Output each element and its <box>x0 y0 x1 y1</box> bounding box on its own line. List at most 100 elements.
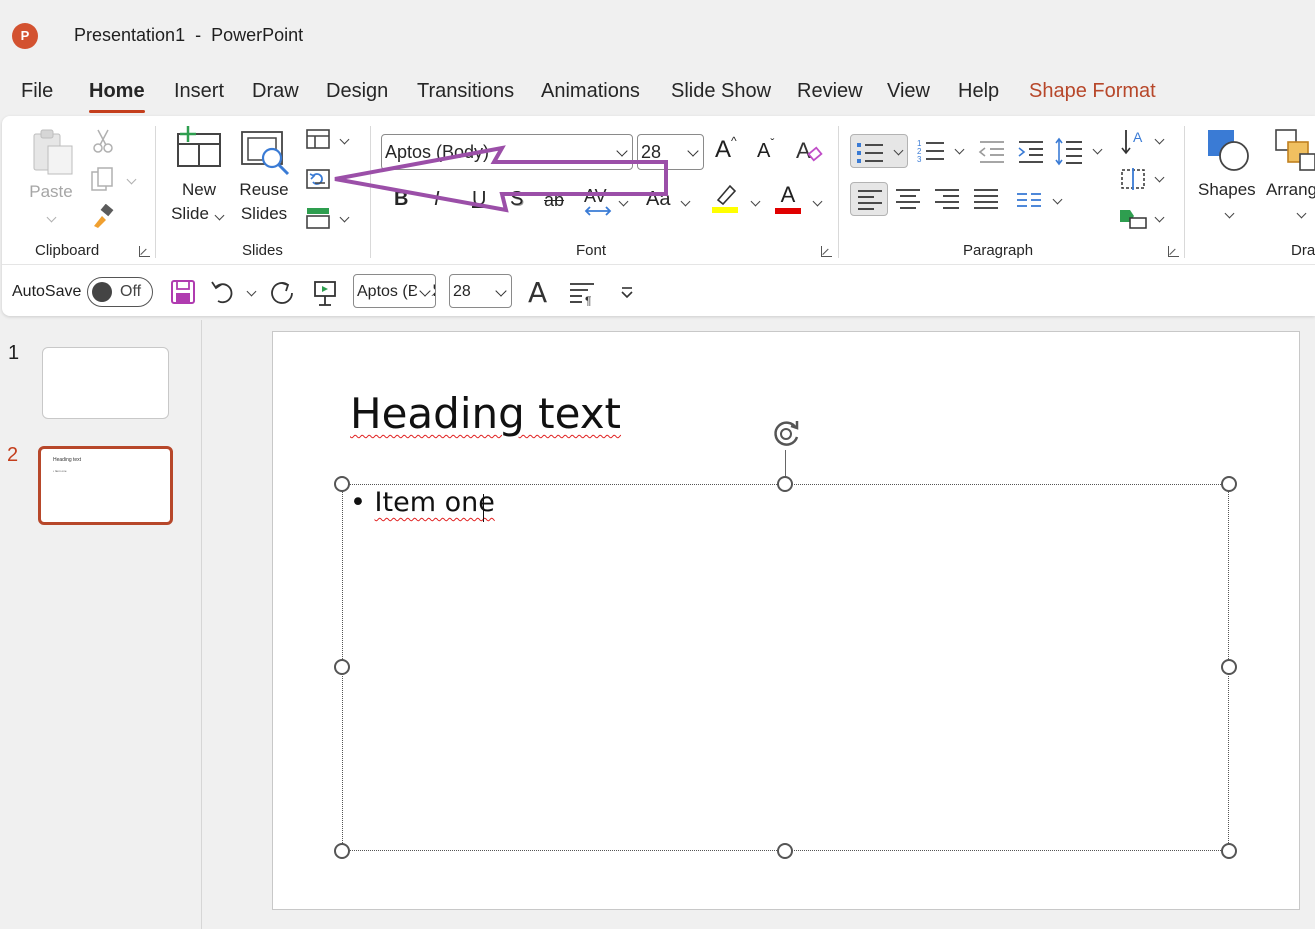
redo-icon[interactable] <box>268 279 296 307</box>
resize-handle-bottom-right[interactable] <box>1221 843 1237 859</box>
columns-dropdown-icon[interactable] <box>1052 194 1063 205</box>
bullet-item-text: Item one <box>374 487 495 518</box>
autosave-toggle[interactable]: Off <box>87 277 153 307</box>
layout-icon[interactable] <box>305 128 331 150</box>
align-text-dropdown-icon[interactable] <box>1154 172 1165 183</box>
slide-title[interactable]: Heading text <box>350 389 621 438</box>
copy-icon[interactable] <box>90 166 116 192</box>
align-text-icon[interactable] <box>1118 166 1148 192</box>
arrange-label[interactable]: Arrange <box>1266 178 1315 202</box>
font-size-icon[interactable]: A <box>528 276 547 309</box>
content-placeholder[interactable] <box>342 484 1229 851</box>
align-right-icon[interactable] <box>933 186 961 212</box>
qat-font-size-value: 28 <box>453 283 471 300</box>
increase-indent-icon[interactable] <box>1015 136 1045 166</box>
qat-font-name-combo[interactable]: Aptos (Body) <box>353 274 436 308</box>
shrink-font-button[interactable]: Aˇ <box>757 136 774 163</box>
font-color-button[interactable]: A <box>774 182 802 214</box>
bullet-item[interactable]: • Item one <box>350 487 495 518</box>
highlight-dropdown-icon[interactable] <box>750 196 761 207</box>
shapes-icon[interactable] <box>1206 128 1254 172</box>
tab-home[interactable]: Home <box>89 80 145 113</box>
grow-font-button[interactable]: A^ <box>715 134 737 164</box>
bullets-button[interactable] <box>850 134 908 168</box>
resize-handle-top[interactable] <box>777 476 793 492</box>
font-color-dropdown-icon[interactable] <box>812 196 823 207</box>
slide-thumbnail-1[interactable] <box>42 347 169 419</box>
resize-handle-bottom-left[interactable] <box>334 843 350 859</box>
tab-view[interactable]: View <box>887 80 930 103</box>
reuse-slides-label-2[interactable]: Slides <box>238 202 290 226</box>
align-left-button[interactable] <box>850 182 888 216</box>
new-slide-label[interactable]: New <box>174 178 224 202</box>
save-icon[interactable] <box>170 279 196 305</box>
resize-handle-right[interactable] <box>1221 659 1237 675</box>
shapes-dropdown-icon[interactable] <box>1224 208 1235 219</box>
tab-insert[interactable]: Insert <box>174 80 224 103</box>
undo-icon[interactable] <box>210 279 238 305</box>
paste-icon <box>33 129 73 175</box>
convert-smartart-icon[interactable] <box>1118 206 1148 230</box>
arrange-icon[interactable] <box>1274 128 1315 172</box>
resize-handle-top-left[interactable] <box>334 476 350 492</box>
paste-button[interactable] <box>30 128 76 188</box>
tab-design[interactable]: Design <box>326 80 388 103</box>
columns-icon[interactable] <box>1015 188 1043 212</box>
rotate-handle-icon[interactable] <box>769 417 803 451</box>
tab-draw[interactable]: Draw <box>252 80 299 103</box>
numbering-icon[interactable]: 1 2 3 <box>916 136 946 166</box>
justify-icon[interactable] <box>972 186 1000 212</box>
resize-handle-top-right[interactable] <box>1221 476 1237 492</box>
text-direction-dropdown-icon[interactable] <box>1154 134 1165 145</box>
font-launcher-icon[interactable] <box>821 246 832 257</box>
present-icon[interactable] <box>312 279 338 307</box>
copy-dropdown-icon[interactable] <box>126 174 137 185</box>
arrange-dropdown-icon[interactable] <box>1296 208 1307 219</box>
highlight-icon[interactable] <box>710 182 740 214</box>
clear-formatting-icon[interactable]: A <box>794 136 824 166</box>
text-direction-icon[interactable]: A <box>1120 126 1150 156</box>
paste-dropdown-icon[interactable] <box>46 212 57 223</box>
shapes-label[interactable]: Shapes <box>1198 178 1256 202</box>
tab-file[interactable]: File <box>21 80 53 103</box>
align-center-icon[interactable] <box>894 186 922 212</box>
paragraph-launcher-icon[interactable] <box>1168 246 1179 257</box>
svg-text:3: 3 <box>917 155 922 164</box>
smartart-dropdown-icon[interactable] <box>1154 212 1165 223</box>
new-slide-label-2[interactable]: Slide <box>168 202 212 226</box>
bullets-dropdown-icon[interactable] <box>893 145 904 156</box>
change-case-dropdown-icon[interactable] <box>680 196 691 207</box>
undo-dropdown-icon[interactable] <box>246 286 257 297</box>
resize-handle-bottom[interactable] <box>777 843 793 859</box>
slide-thumbnail-2[interactable]: Heading text • Item one <box>38 446 173 525</box>
group-divider <box>1184 126 1185 258</box>
tab-animations[interactable]: Animations <box>541 80 640 103</box>
clipboard-group-label: Clipboard <box>35 242 100 259</box>
font-size-dropdown-icon[interactable] <box>687 145 699 157</box>
tab-shape-format[interactable]: Shape Format <box>1029 80 1156 103</box>
reset-slide-icon[interactable] <box>305 166 331 190</box>
paragraph-mark-icon[interactable]: ¶ <box>568 280 598 306</box>
new-slide-dropdown-icon[interactable] <box>214 210 225 221</box>
reuse-slides-icon[interactable] <box>240 130 292 178</box>
tab-review[interactable]: Review <box>797 80 863 103</box>
customize-qat-icon[interactable] <box>619 284 635 300</box>
section-icon[interactable] <box>305 206 331 230</box>
thumb-body: • Item one <box>53 469 67 473</box>
reuse-slides-label[interactable]: Reuse <box>238 178 290 202</box>
line-spacing-icon[interactable] <box>1054 136 1084 166</box>
tab-slide-show[interactable]: Slide Show <box>671 80 771 103</box>
cut-icon[interactable] <box>92 128 114 154</box>
caret-down-icon: ˇ <box>770 136 775 150</box>
line-spacing-dropdown-icon[interactable] <box>1092 144 1103 155</box>
resize-handle-left[interactable] <box>334 659 350 675</box>
qat-font-size-combo[interactable]: 28 <box>449 274 512 308</box>
numbering-dropdown-icon[interactable] <box>954 144 965 155</box>
new-slide-icon[interactable] <box>174 126 224 170</box>
decrease-indent-icon[interactable] <box>976 136 1006 166</box>
format-painter-icon[interactable] <box>90 204 116 230</box>
clipboard-launcher-icon[interactable] <box>139 246 150 257</box>
qat-font-size-dropdown-icon[interactable] <box>495 285 507 297</box>
tab-help[interactable]: Help <box>958 80 999 103</box>
tab-transitions[interactable]: Transitions <box>417 80 514 103</box>
